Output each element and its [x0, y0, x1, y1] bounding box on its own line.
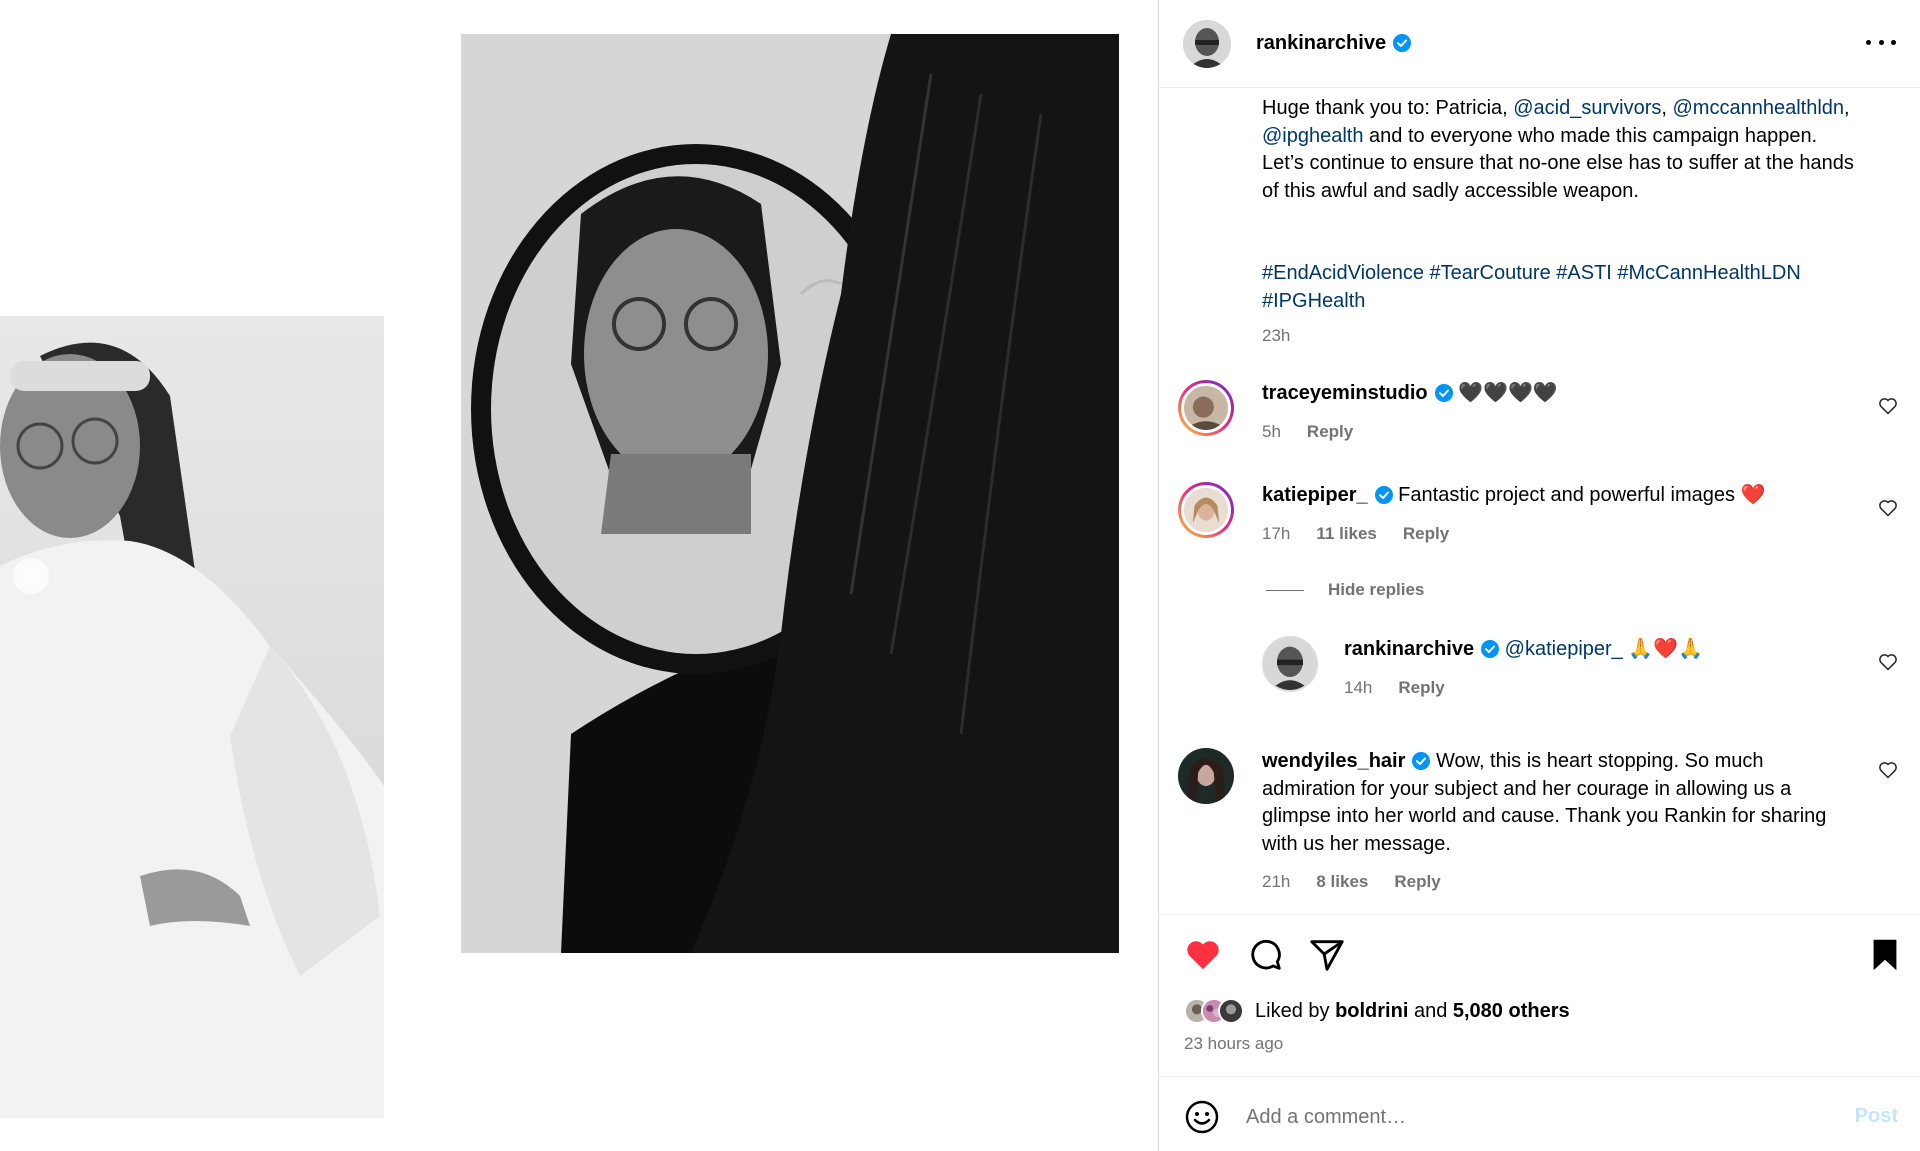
save-button[interactable]	[1866, 936, 1904, 974]
commenter-avatar[interactable]	[1178, 380, 1234, 436]
author-avatar[interactable]	[1183, 19, 1231, 68]
emoji-icon[interactable]	[1184, 1099, 1220, 1135]
verified-badge-icon	[1393, 34, 1412, 52]
comment-text: 🖤🖤🖤🖤	[1458, 382, 1558, 404]
comment-likes-count[interactable]: 11 likes	[1316, 520, 1377, 548]
liker-avatar	[1218, 998, 1244, 1024]
likes-prefix: Liked by	[1255, 999, 1336, 1022]
heart-filled-icon	[1187, 941, 1219, 970]
commenter-avatar[interactable]	[1178, 748, 1234, 804]
reply-button[interactable]: Reply	[1403, 520, 1449, 548]
verified-badge-icon	[1374, 486, 1393, 504]
post-caption: Huge thank you to: Patricia, @acid_survi…	[1262, 95, 1862, 205]
comment-timestamp: 17h	[1262, 523, 1291, 543]
verified-badge-icon	[1412, 752, 1431, 770]
comment-timestamp: 21h	[1262, 872, 1291, 891]
caption-mention-link[interactable]: @ipghealth	[1262, 125, 1363, 147]
comment-timestamp: 5h	[1262, 421, 1281, 441]
like-comment-heart-icon[interactable]	[1878, 396, 1898, 416]
like-comment-heart-icon[interactable]	[1878, 760, 1898, 780]
add-comment-input[interactable]	[1246, 1097, 1806, 1137]
comment-username[interactable]: traceyeminstudio	[1262, 382, 1428, 404]
comment-text: Fantastic project and powerful images ❤️	[1398, 484, 1766, 506]
comment-username[interactable]: katiepiper_	[1262, 484, 1368, 506]
author-username-text[interactable]: rankinarchive	[1256, 32, 1386, 54]
main-post-photo[interactable]	[461, 34, 1119, 953]
chevron-left-icon	[26, 569, 35, 583]
share-icon	[1310, 940, 1344, 971]
reply-button[interactable]: Reply	[1394, 868, 1440, 896]
carousel-previous-button[interactable]	[13, 558, 49, 594]
hide-replies-line	[1266, 589, 1304, 591]
add-comment-bar: Post	[1158, 1076, 1920, 1151]
reply-text: 🙏❤️🙏	[1622, 638, 1704, 660]
caption-hashtags[interactable]: #EndAcidViolence #TearCouture #ASTI #McC…	[1262, 260, 1862, 315]
caption-timestamp: 23h	[1262, 326, 1291, 345]
comment-button[interactable]	[1246, 936, 1284, 974]
hide-replies-toggle[interactable]: Hide replies	[1266, 580, 1424, 600]
reply-timestamp: 14h	[1344, 677, 1373, 697]
likes-summary: Liked by boldrini and 5,080 others	[1184, 998, 1570, 1024]
post-timestamp: 23 hours ago	[1184, 1034, 1284, 1053]
bookmark-filled-icon	[1873, 939, 1897, 971]
post-comment-button[interactable]: Post	[1855, 1105, 1898, 1128]
comment-likes-count[interactable]: 8 likes	[1316, 868, 1368, 896]
caption-text-start: Huge thank you to: Patricia,	[1262, 97, 1514, 119]
reply-mention-link[interactable]: @katiepiper_	[1505, 638, 1623, 660]
actions-divider	[1158, 914, 1920, 915]
likes-connector: and	[1408, 999, 1453, 1022]
liker-username[interactable]: boldrini	[1335, 1000, 1408, 1022]
like-comment-heart-icon[interactable]	[1878, 498, 1898, 518]
likes-text: Liked by boldrini and 5,080 others	[1255, 1000, 1570, 1023]
hide-replies-label[interactable]: Hide replies	[1328, 580, 1424, 600]
caption-mention-link[interactable]: @acid_survivors	[1513, 97, 1661, 119]
reply-button[interactable]: Reply	[1398, 674, 1444, 702]
verified-badge-icon	[1481, 640, 1500, 658]
post-media-carousel	[0, 0, 1158, 1151]
reply-author-avatar[interactable]	[1262, 636, 1318, 692]
verified-badge-icon	[1434, 384, 1453, 402]
comment-icon	[1251, 939, 1281, 970]
comment-username[interactable]: wendyiles_hair	[1262, 750, 1405, 772]
share-button[interactable]	[1308, 936, 1346, 974]
caption-separator: ,	[1661, 97, 1667, 119]
commenter-avatar[interactable]	[1178, 482, 1234, 538]
likes-count[interactable]: 5,080 others	[1453, 1000, 1570, 1022]
author-username[interactable]: rankinarchive	[1256, 32, 1412, 55]
post-header: rankinarchive	[1159, 0, 1920, 88]
more-horizontal-icon	[1866, 39, 1871, 45]
more-horizontal-icon-dot	[1891, 39, 1896, 45]
caption-separator: ,	[1844, 97, 1850, 119]
more-options-button[interactable]	[1866, 30, 1896, 54]
reply-username[interactable]: rankinarchive	[1344, 638, 1474, 660]
previous-photo-portrait	[0, 316, 384, 1118]
reply-button[interactable]: Reply	[1307, 418, 1353, 446]
like-reply-heart-icon[interactable]	[1878, 652, 1898, 672]
more-horizontal-icon-dot	[1878, 39, 1884, 45]
caption-mention-link[interactable]: @mccannhealthldn	[1673, 97, 1845, 119]
like-button[interactable]	[1184, 936, 1222, 974]
